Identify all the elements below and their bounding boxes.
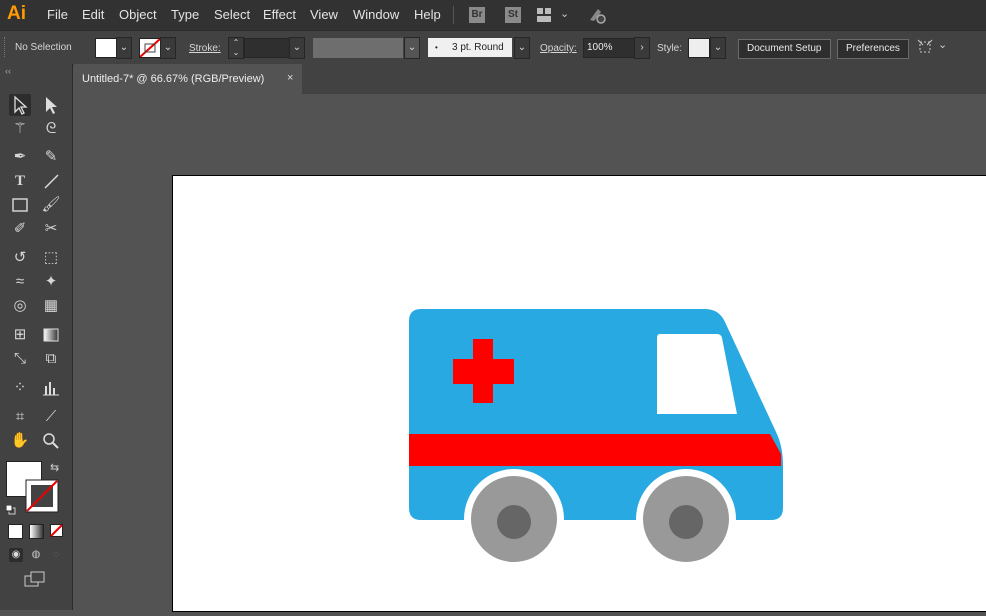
graphic-style-swatch[interactable]	[688, 38, 710, 58]
illustrator-logo: Ai	[7, 3, 26, 24]
fill-dropdown[interactable]: ⌄	[116, 37, 132, 59]
document-title: Untitled-7* @ 66.67% (RGB/Preview)	[82, 73, 265, 85]
screen-mode-icon[interactable]	[24, 571, 46, 587]
width-tool-icon[interactable]: ≈	[9, 271, 31, 293]
rectangle-tool-icon[interactable]	[9, 194, 31, 216]
mesh-tool-icon[interactable]: ⊞	[9, 324, 31, 346]
color-mode-icon[interactable]	[8, 524, 23, 539]
brush-dot-icon: •	[435, 43, 438, 52]
stroke-label[interactable]: Stroke:	[189, 43, 221, 54]
gpu-performance-icon[interactable]	[588, 6, 606, 24]
eyedropper-tool-icon[interactable]: ⤡	[9, 348, 31, 370]
control-bar-grip[interactable]	[4, 37, 7, 57]
variable-width-profile[interactable]	[313, 38, 403, 58]
shaper-tool-icon[interactable]: ✐	[9, 218, 31, 240]
default-colors-icon[interactable]	[5, 502, 16, 515]
workspace-layout-icon[interactable]	[537, 8, 551, 22]
control-bar: No Selection ⌄ ⌄ Stroke: ⌃ ⌄ ⌄ ⌄ • 3 pt. …	[0, 30, 986, 65]
menu-object[interactable]: Object	[119, 7, 157, 22]
opacity-label[interactable]: Opacity:	[540, 43, 577, 54]
ambulance-body	[409, 309, 783, 520]
transform-icon[interactable]	[917, 39, 933, 55]
zoom-tool-icon[interactable]	[40, 430, 62, 452]
bridge-button[interactable]: Br	[469, 7, 485, 23]
column-graph-tool-icon[interactable]	[40, 377, 62, 399]
preferences-button[interactable]: Preferences	[837, 39, 909, 59]
brush-dropdown[interactable]: ⌄	[514, 37, 530, 59]
stroke-weight-input[interactable]	[244, 38, 290, 58]
type-tool-icon[interactable]: T	[9, 170, 31, 192]
scale-tool-icon[interactable]: ⬚	[40, 247, 62, 269]
slice-tool-icon[interactable]: ⟋	[40, 406, 62, 428]
lasso-tool-icon[interactable]: ᘓ	[40, 118, 62, 140]
variable-width-dropdown[interactable]: ⌄	[404, 37, 420, 59]
stroke-dropdown[interactable]: ⌄	[160, 37, 176, 59]
opacity-arrow[interactable]: ›	[634, 37, 650, 59]
menu-view[interactable]: View	[310, 7, 338, 22]
menu-effect[interactable]: Effect	[263, 7, 296, 22]
gradient-tool-icon[interactable]	[40, 324, 62, 346]
ambulance-stripe	[409, 434, 781, 466]
hand-tool-icon[interactable]: ✋	[9, 430, 31, 452]
close-icon[interactable]: ×	[287, 72, 293, 84]
rotate-tool-icon[interactable]: ↺	[9, 247, 31, 269]
draw-behind-icon[interactable]: ◍	[29, 548, 43, 562]
none-mode-icon[interactable]	[50, 524, 63, 537]
symbol-sprayer-tool-icon[interactable]: ⁘	[9, 377, 31, 399]
fill-swatch[interactable]	[95, 38, 117, 58]
control-bar-menu-icon[interactable]: ⌄	[938, 38, 947, 51]
paintbrush-tool-icon[interactable]: 🖌	[40, 194, 62, 216]
stroke-weight-stepper[interactable]: ⌃ ⌄	[228, 37, 244, 59]
style-label: Style:	[657, 43, 683, 54]
magic-wand-tool-icon[interactable]: ⚚	[9, 118, 31, 140]
draw-inside-icon[interactable]: ◌	[49, 548, 63, 562]
draw-normal-icon[interactable]: ◉	[9, 548, 23, 562]
menu-help[interactable]: Help	[414, 7, 441, 22]
artboard-tool-icon[interactable]: ⌗	[9, 406, 31, 428]
artboard[interactable]	[172, 175, 986, 612]
menu-bar: Ai File Edit Object Type Select Effect V…	[0, 0, 986, 30]
menu-edit[interactable]: Edit	[82, 7, 104, 22]
menu-separator	[453, 6, 454, 24]
document-tab[interactable]: Untitled-7* @ 66.67% (RGB/Preview) ×	[74, 64, 302, 94]
tools-panel: ‹‹ ⚚ ᘓ ✒ ✎ T 🖌 ✐ ✂ ↺ ⬚ ≈ ✦ ◎ ▦ ⊞ ⤡ ⧉ ⁘ ⌗…	[0, 64, 73, 610]
perspective-grid-tool-icon[interactable]: ▦	[40, 295, 62, 317]
menu-window[interactable]: Window	[353, 7, 399, 22]
ambulance-illustration[interactable]	[173, 176, 986, 611]
stroke-weight-dropdown[interactable]: ⌄	[289, 37, 305, 59]
line-segment-tool-icon[interactable]	[40, 170, 62, 192]
direct-selection-tool-icon[interactable]	[40, 94, 62, 116]
scissors-tool-icon[interactable]: ✂	[40, 218, 62, 240]
graphic-style-dropdown[interactable]: ⌄	[710, 37, 726, 59]
chevron-down-icon[interactable]: ⌄	[560, 7, 569, 20]
stroke-swatch[interactable]	[139, 38, 161, 58]
menu-type[interactable]: Type	[171, 7, 199, 22]
document-setup-button[interactable]: Document Setup	[738, 39, 831, 59]
opacity-input[interactable]: 100%	[583, 38, 638, 58]
stroke-color-box[interactable]	[25, 479, 59, 513]
blend-tool-icon[interactable]: ⧉	[40, 348, 62, 370]
pen-tool-icon[interactable]: ✒	[9, 146, 31, 168]
selection-status: No Selection	[15, 42, 72, 53]
rear-wheel-hub	[497, 505, 531, 539]
gradient-mode-icon[interactable]	[29, 524, 44, 539]
stock-button[interactable]: St	[505, 7, 521, 23]
front-wheel-hub	[669, 505, 703, 539]
brush-definition[interactable]: • 3 pt. Round	[428, 38, 512, 57]
document-tab-bar: Untitled-7* @ 66.67% (RGB/Preview) ×	[74, 64, 986, 94]
selection-tool-icon[interactable]	[9, 94, 31, 116]
brush-label: 3 pt. Round	[452, 42, 504, 53]
collapse-panel-icon[interactable]: ‹‹	[5, 66, 11, 76]
curvature-tool-icon[interactable]: ✎	[40, 146, 62, 168]
shape-builder-tool-icon[interactable]: ◎	[9, 295, 31, 317]
canvas-area[interactable]	[74, 94, 986, 612]
menu-file[interactable]: File	[47, 7, 68, 22]
menu-select[interactable]: Select	[214, 7, 250, 22]
swap-colors-icon[interactable]: ⇆	[50, 461, 59, 474]
puppet-warp-tool-icon[interactable]: ✦	[40, 271, 62, 293]
